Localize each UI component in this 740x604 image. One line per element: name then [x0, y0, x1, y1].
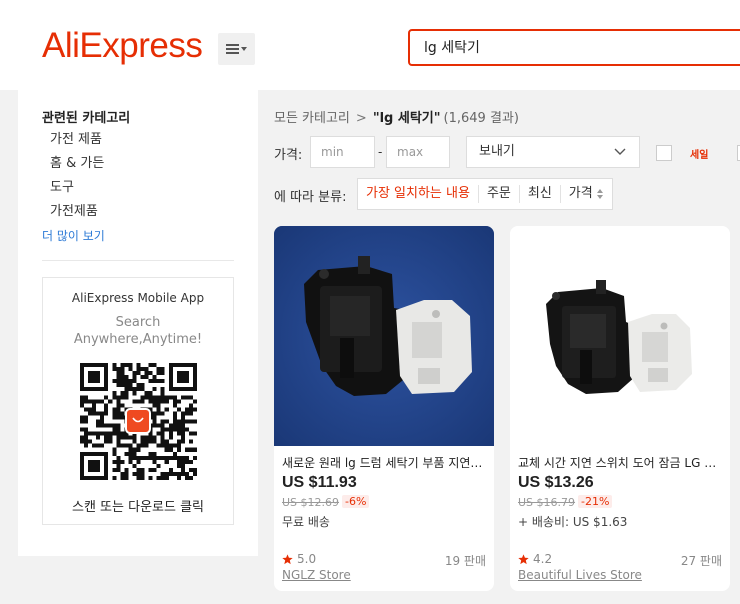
sort-orders[interactable]: 주문 [477, 185, 519, 203]
sale-label: 세일 [690, 150, 709, 161]
search-input[interactable] [410, 31, 740, 63]
breadcrumb-separator: > [355, 111, 367, 126]
product-image[interactable] [274, 226, 494, 446]
search-box [408, 29, 740, 66]
site-header: AliExpress [0, 0, 740, 90]
hamburger-menu-icon [225, 44, 247, 54]
sort-label: 에 따라 분류: [274, 190, 347, 205]
sort-newest[interactable]: 최신 [518, 185, 560, 203]
shipping-info: + 배송비: US $1.63 [518, 515, 628, 529]
product-rating: 4.2 [518, 552, 552, 566]
category-list: 가전 제품 홈 & 가든 도구 가전제품 [50, 131, 104, 227]
result-count: (1,649 결과) [443, 111, 519, 126]
sale-checkbox[interactable] [656, 145, 672, 161]
original-price: US $16.79 [518, 496, 576, 509]
star-icon [282, 553, 293, 564]
product-card[interactable]: 새로운 원래 lg 드럼 세탁기 부품 지연 스위치 도어 잠금 US $11.… [274, 226, 494, 591]
aliexpress-logo[interactable]: AliExpress [42, 28, 203, 63]
chevron-down-icon [614, 148, 626, 155]
product-title[interactable]: 교체 시간 지연 스위치 도어 잠금 LG 세탁기 [518, 454, 722, 471]
sort-arrows-icon [596, 189, 603, 199]
discount-badge: -6% [342, 495, 370, 508]
divider [42, 260, 234, 261]
product-title[interactable]: 새로운 원래 lg 드럼 세탁기 부품 지연 스위치 도어 잠금 [282, 454, 486, 471]
ship-to-select-value: 보내기 [479, 144, 515, 159]
original-price: US $12.69 [282, 496, 340, 509]
product-image[interactable] [510, 226, 730, 446]
aliexpress-app-icon [125, 408, 151, 434]
rating-value: 5.0 [297, 552, 317, 566]
sort-price-label: 가격 [568, 186, 593, 201]
breadcrumb-query: "lg 세탁기" [372, 111, 441, 126]
mobile-app-promo: AliExpress Mobile App Search Anywhere,An… [42, 277, 234, 525]
shipping-info: 무료 배송 [282, 515, 330, 529]
app-promo-subtitle: Search Anywhere,Anytime! [43, 314, 233, 348]
sort-price[interactable]: 가격 [559, 185, 612, 203]
sidebar-item-home-appliances[interactable]: 가전제품 [50, 203, 104, 227]
sold-count: 19 판매 [444, 554, 486, 568]
app-promo-subtitle-line2: Anywhere,Anytime! [73, 332, 203, 347]
store-link[interactable]: NGLZ Store [282, 568, 351, 582]
product-rating: 5.0 [282, 552, 316, 566]
price-max-input[interactable]: max [386, 136, 450, 168]
sidebar: 관련된 카테고리 가전 제품 홈 & 가든 도구 가전제품 더 많이 보기 Al… [18, 90, 258, 556]
see-more-link[interactable]: 더 많이 보기 [42, 227, 105, 244]
sold-count: 27 판매 [680, 554, 722, 568]
product-price: US $11.93 [282, 474, 357, 491]
app-promo-subtitle-line1: Search [115, 315, 161, 330]
app-promo-title: AliExpress Mobile App [71, 291, 205, 305]
breadcrumb: 모든 카테고리 > "lg 세탁기" (1,649 결과) [274, 107, 519, 126]
breadcrumb-all-categories[interactable]: 모든 카테고리 [274, 111, 350, 126]
sidebar-item-tools[interactable]: 도구 [50, 179, 104, 203]
related-categories-title: 관련된 카테고리 [42, 111, 131, 126]
price-min-input[interactable]: min [310, 136, 375, 168]
price-dash: - [378, 145, 383, 159]
store-link[interactable]: Beautiful Lives Store [518, 568, 642, 582]
rating-value: 4.2 [533, 552, 553, 566]
product-card[interactable]: 교체 시간 지연 스위치 도어 잠금 LG 세탁기 US $13.26 US $… [510, 226, 730, 591]
discount-badge: -21% [578, 495, 613, 508]
sort-options: 가장 일치하는 내용 주문 최신 가격 [357, 178, 613, 210]
scan-download-label[interactable]: 스캔 또는 다운로드 클릭 [43, 496, 233, 515]
category-menu-button[interactable] [218, 33, 255, 65]
product-price: US $13.26 [518, 474, 594, 491]
sort-best-match[interactable]: 가장 일치하는 내용 [358, 185, 478, 203]
price-label: 가격: [274, 148, 303, 163]
sidebar-item-appliances[interactable]: 가전 제품 [50, 131, 104, 155]
star-icon [518, 553, 529, 564]
sidebar-item-home-garden[interactable]: 홈 & 가든 [50, 155, 104, 179]
ship-to-select[interactable]: 보내기 [466, 136, 640, 168]
